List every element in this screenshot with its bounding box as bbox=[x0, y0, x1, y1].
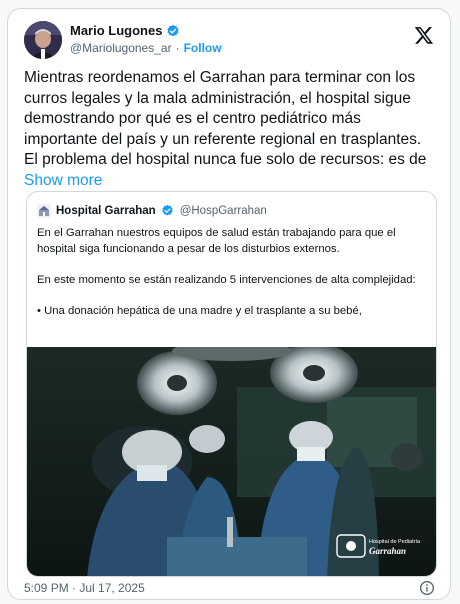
follow-button[interactable]: Follow bbox=[184, 41, 222, 55]
quote-paragraph-1: En el Garrahan nuestros equipos de salud… bbox=[37, 227, 396, 255]
handle-row: @Mariolugones_ar · Follow bbox=[70, 41, 222, 55]
tweet-text: Mientras reordenamos el Garrahan para te… bbox=[24, 68, 434, 191]
info-icon[interactable] bbox=[419, 580, 435, 596]
author-name[interactable]: Mario Lugones bbox=[70, 23, 162, 38]
show-more-link[interactable]: Show more bbox=[24, 172, 102, 189]
quote-body: En el Garrahan nuestros equipos de salud… bbox=[37, 226, 429, 336]
quote-author-handle[interactable]: @HospGarrahan bbox=[180, 205, 267, 217]
avatar[interactable] bbox=[24, 21, 62, 59]
x-logo-icon[interactable] bbox=[414, 25, 434, 45]
logo-brand: Garrahan bbox=[369, 546, 406, 556]
surgery-photo[interactable]: Hospital de Pediatría Garrahan bbox=[27, 341, 436, 576]
tweet-body: Mientras reordenamos el Garrahan para te… bbox=[24, 69, 427, 168]
quote-header: Hospital Garrahan @HospGarrahan bbox=[37, 204, 267, 218]
quote-author-name[interactable]: Hospital Garrahan bbox=[56, 205, 156, 217]
verified-badge-icon bbox=[166, 24, 180, 38]
quoted-tweet[interactable]: Hospital Garrahan @HospGarrahan En el Ga… bbox=[26, 191, 437, 577]
quote-paragraph-2: En este momento se están realizando 5 in… bbox=[37, 274, 416, 287]
name-row: Mario Lugones bbox=[70, 23, 180, 38]
verified-badge-icon bbox=[161, 204, 175, 218]
tweet-card: Mario Lugones @Mariolugones_ar · Follow … bbox=[7, 8, 451, 600]
quote-bullet: • Una donación hepática de una madre y e… bbox=[37, 305, 362, 318]
logo-subtitle: Hospital de Pediatría bbox=[369, 539, 421, 545]
tweet-timestamp[interactable]: 5:09 PM · Jul 17, 2025 bbox=[24, 581, 145, 595]
separator-dot: · bbox=[175, 41, 180, 55]
tweet-header: Mario Lugones @Mariolugones_ar · Follow bbox=[24, 21, 436, 63]
author-handle[interactable]: @Mariolugones_ar bbox=[70, 41, 172, 55]
quote-avatar[interactable] bbox=[37, 204, 51, 218]
